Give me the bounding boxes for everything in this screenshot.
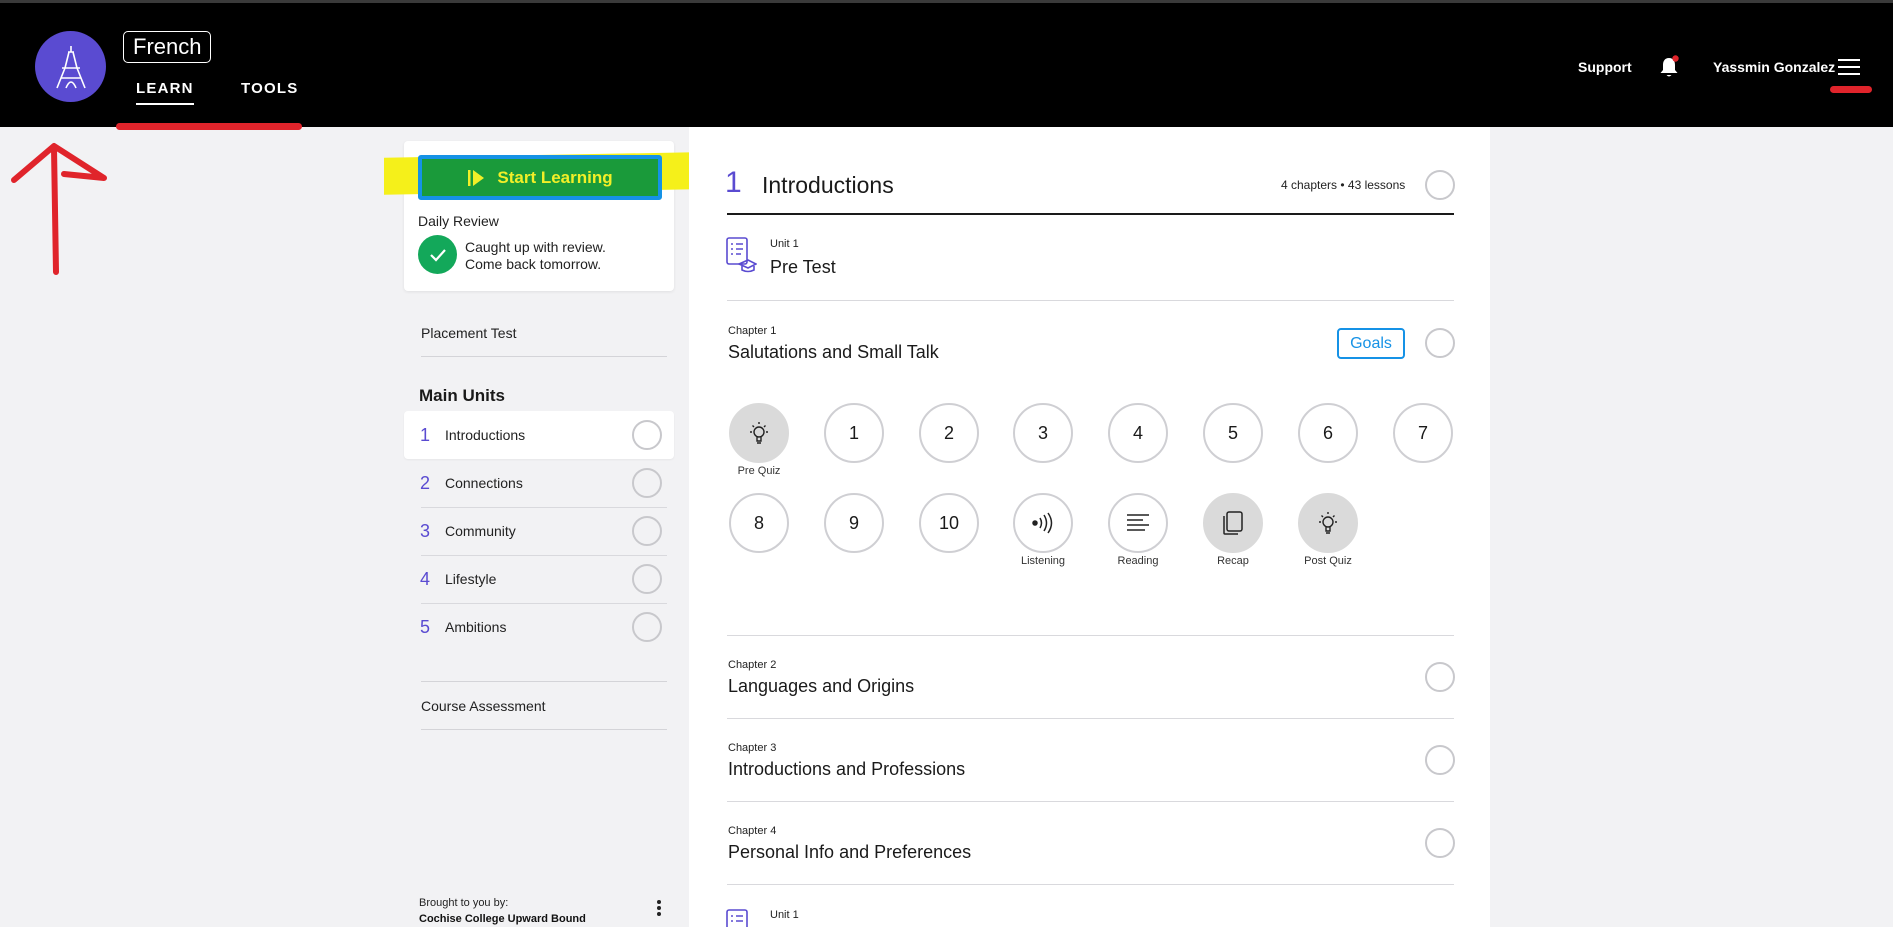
pretest-unit-label: Unit 1 bbox=[770, 238, 799, 250]
chapter-3-label: Chapter 3 bbox=[728, 742, 777, 754]
listening-icon[interactable] bbox=[1013, 493, 1073, 553]
pre-quiz-lightbulb-icon[interactable] bbox=[729, 403, 789, 463]
more-options-icon[interactable] bbox=[657, 900, 663, 918]
chapter-4-title[interactable]: Personal Info and Preferences bbox=[728, 842, 971, 863]
daily-review-line2: Come back tomorrow. bbox=[465, 256, 602, 272]
divider bbox=[421, 681, 667, 682]
divider bbox=[727, 884, 1454, 885]
course-language-label[interactable]: French bbox=[123, 31, 212, 63]
sidebar-unit-connections[interactable]: 2 Connections bbox=[404, 459, 674, 507]
sponsor-name: Cochise College Upward Bound bbox=[419, 913, 586, 925]
reading-caption: Reading bbox=[1117, 555, 1159, 567]
play-icon bbox=[468, 169, 485, 186]
pretest-icon bbox=[725, 236, 758, 274]
progress-ring-icon bbox=[632, 612, 662, 642]
progress-ring-icon bbox=[632, 420, 662, 450]
red-annotation-arrow-icon bbox=[11, 143, 107, 275]
lesson-1[interactable]: 1 bbox=[824, 403, 884, 463]
red-annotation-underline bbox=[116, 123, 302, 130]
chapter-progress-ring-icon bbox=[1425, 745, 1455, 775]
unit-name: Lifestyle bbox=[445, 571, 497, 587]
divider bbox=[421, 729, 667, 730]
unit-number: 1 bbox=[420, 424, 431, 445]
tab-learn[interactable]: LEARN bbox=[136, 80, 194, 105]
unit-name: Introductions bbox=[445, 427, 526, 443]
unit-counts: 4 chapters • 43 lessons bbox=[1281, 178, 1406, 192]
lesson-4[interactable]: 4 bbox=[1108, 403, 1168, 463]
recap-caption: Recap bbox=[1217, 555, 1249, 567]
sidebar-unit-lifestyle[interactable]: 4 Lifestyle bbox=[404, 555, 674, 603]
listening-caption: Listening bbox=[1020, 555, 1066, 567]
notification-bell-icon[interactable] bbox=[1658, 55, 1680, 79]
chapter-progress-ring-icon bbox=[1425, 328, 1455, 358]
post-quiz-caption: Post Quiz bbox=[1304, 555, 1352, 567]
divider bbox=[727, 213, 1454, 215]
course-assessment-link[interactable]: Course Assessment bbox=[421, 698, 546, 714]
recap-cards-icon[interactable] bbox=[1203, 493, 1263, 553]
lesson-7[interactable]: 7 bbox=[1393, 403, 1453, 463]
lesson-2[interactable]: 2 bbox=[919, 403, 979, 463]
support-link[interactable]: Support bbox=[1578, 59, 1632, 75]
daily-review-label: Daily Review bbox=[418, 213, 499, 229]
chapter-progress-ring-icon bbox=[1425, 662, 1455, 692]
unit-progress-ring-icon bbox=[1425, 170, 1455, 200]
lesson-3[interactable]: 3 bbox=[1013, 403, 1073, 463]
tab-tools[interactable]: TOOLS bbox=[241, 80, 298, 97]
lesson-8[interactable]: 8 bbox=[729, 493, 789, 553]
brought-to-you-by-label: Brought to you by: bbox=[419, 897, 509, 909]
progress-ring-icon bbox=[632, 516, 662, 546]
chapter-1-title[interactable]: Salutations and Small Talk bbox=[728, 342, 939, 363]
pre-quiz-caption: Pre Quiz bbox=[737, 465, 781, 477]
divider bbox=[727, 300, 1454, 301]
unit-number: 4 bbox=[420, 568, 431, 589]
chapter-2-title[interactable]: Languages and Origins bbox=[728, 676, 914, 697]
divider bbox=[727, 718, 1454, 719]
user-name[interactable]: Yassmin Gonzalez bbox=[1713, 59, 1835, 75]
unit-number: 5 bbox=[420, 616, 431, 637]
page-title: Introductions bbox=[762, 172, 894, 198]
progress-ring-icon bbox=[632, 564, 662, 594]
lesson-9[interactable]: 9 bbox=[824, 493, 884, 553]
main-units-heading: Main Units bbox=[419, 386, 505, 405]
reading-icon[interactable] bbox=[1108, 493, 1168, 553]
unit-number-heading: 1 bbox=[725, 166, 742, 199]
unit-number: 3 bbox=[420, 520, 431, 541]
unit-content-panel bbox=[689, 127, 1490, 927]
start-learning-label: Start Learning bbox=[497, 167, 613, 187]
chapter-2-label: Chapter 2 bbox=[728, 659, 777, 671]
divider bbox=[421, 356, 667, 357]
daily-review-line1: Caught up with review. bbox=[465, 239, 606, 255]
sidebar-unit-community[interactable]: 3 Community bbox=[404, 507, 674, 555]
chapter-3-title[interactable]: Introductions and Professions bbox=[728, 759, 965, 780]
unit-name: Community bbox=[445, 523, 516, 539]
posttest-unit-label: Unit 1 bbox=[770, 909, 799, 921]
check-icon bbox=[418, 235, 457, 274]
unit-name: Ambitions bbox=[445, 619, 507, 635]
lesson-10[interactable]: 10 bbox=[919, 493, 979, 553]
sidebar-unit-introductions[interactable]: 1 Introductions bbox=[404, 411, 674, 459]
chapter-4-label: Chapter 4 bbox=[728, 825, 777, 837]
lesson-5[interactable]: 5 bbox=[1203, 403, 1263, 463]
post-quiz-lightbulb-icon[interactable] bbox=[1298, 493, 1358, 553]
divider bbox=[727, 635, 1454, 636]
top-navigation-bar: French LEARN TOOLS Support Yassmin Gonza… bbox=[0, 0, 1893, 130]
sidebar-unit-ambitions[interactable]: 5 Ambitions bbox=[404, 603, 674, 651]
posttest-icon bbox=[725, 908, 757, 927]
chapter-progress-ring-icon bbox=[1425, 828, 1455, 858]
daily-review-status: Caught up with review. Come back tomorro… bbox=[465, 239, 606, 273]
red-annotation-underline bbox=[1830, 86, 1872, 93]
unit-name: Connections bbox=[445, 475, 523, 491]
lesson-6[interactable]: 6 bbox=[1298, 403, 1358, 463]
hamburger-menu-icon[interactable] bbox=[1838, 59, 1860, 75]
start-learning-button[interactable]: Start Learning bbox=[418, 155, 662, 200]
pretest-link[interactable]: Pre Test bbox=[770, 257, 836, 278]
placement-test-link[interactable]: Placement Test bbox=[421, 325, 516, 341]
unit-number: 2 bbox=[420, 472, 431, 493]
progress-ring-icon bbox=[632, 468, 662, 498]
divider bbox=[727, 801, 1454, 802]
chapter-1-label: Chapter 1 bbox=[728, 325, 777, 337]
course-logo-eiffel-tower-icon[interactable] bbox=[35, 31, 106, 102]
goals-button[interactable]: Goals bbox=[1337, 328, 1405, 359]
